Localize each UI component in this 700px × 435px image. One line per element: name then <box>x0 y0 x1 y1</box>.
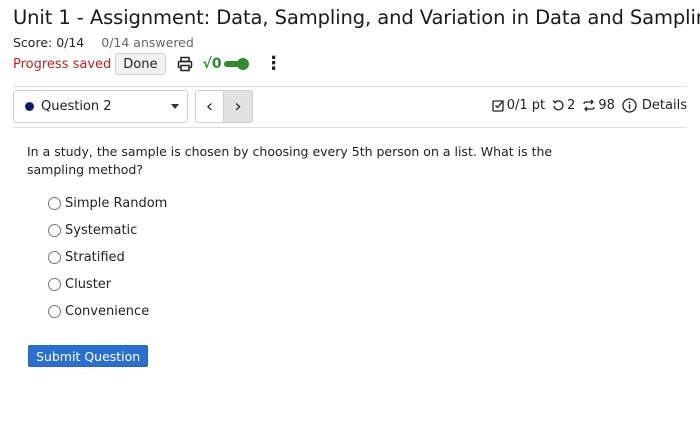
info-icon[interactable] <box>622 98 637 113</box>
option-label: Systematic <box>65 223 138 238</box>
toggle-knob <box>236 58 249 70</box>
radio-button[interactable] <box>48 197 61 210</box>
math-toggle[interactable]: √0 <box>203 56 249 72</box>
option-label: Convenience <box>65 304 150 319</box>
score-text: Score: 0/14 <box>13 35 85 50</box>
question-meta: 0/1 pt 2 98 Details <box>492 98 687 113</box>
toggle-switch[interactable] <box>223 58 249 70</box>
done-button[interactable]: Done <box>115 53 166 75</box>
chevron-left-icon: ‹ <box>205 95 214 117</box>
divider-top <box>13 86 687 87</box>
option-cluster[interactable]: Cluster <box>48 271 167 298</box>
details-link[interactable]: Details <box>642 98 687 113</box>
answered-count: 0/14 answered <box>101 35 194 50</box>
score-row: Score: 0/14 0/14 answered <box>13 35 194 50</box>
divider-bottom <box>13 127 687 128</box>
question-select[interactable]: Question 2 <box>13 90 188 123</box>
attempts-count: 98 <box>598 98 615 113</box>
option-label: Simple Random <box>65 196 168 211</box>
checkbox-edit-icon <box>492 99 505 112</box>
print-icon[interactable] <box>176 55 194 73</box>
retries-count: 2 <box>567 98 576 113</box>
progress-status: Progress saved <box>13 56 112 72</box>
option-convenience[interactable]: Convenience <box>48 298 167 325</box>
answer-options: Simple Random Systematic Stratified Clus… <box>48 190 167 325</box>
chevron-right-icon: › <box>234 95 242 117</box>
retry-icon <box>552 99 565 112</box>
radio-button[interactable] <box>48 224 61 237</box>
attempts-icon <box>582 99 596 112</box>
radio-button[interactable] <box>48 278 61 291</box>
kebab-menu-icon[interactable]: ⋮ <box>265 55 283 73</box>
question-text: In a study, the sample is chosen by choo… <box>27 144 553 177</box>
radio-button[interactable] <box>48 305 61 318</box>
submit-question-button[interactable]: Submit Question <box>28 345 149 367</box>
assignment-title: Unit 1 - Assignment: Data, Sampling, and… <box>13 6 700 29</box>
sqrt-icon: √0 <box>202 56 222 72</box>
question-nav-group: ‹ › <box>195 90 253 123</box>
option-systematic[interactable]: Systematic <box>48 217 167 244</box>
question-status-dot <box>25 102 34 111</box>
option-simple-random[interactable]: Simple Random <box>48 190 167 217</box>
points-text: 0/1 pt <box>506 98 546 113</box>
previous-question-button[interactable]: ‹ <box>195 90 224 123</box>
selected-question-label: Question 2 <box>41 99 112 114</box>
radio-button[interactable] <box>48 251 61 264</box>
option-label: Stratified <box>65 250 125 265</box>
next-question-button[interactable]: › <box>224 90 253 123</box>
option-label: Cluster <box>65 277 112 292</box>
option-stratified[interactable]: Stratified <box>48 244 167 271</box>
caret-down-icon <box>171 104 179 109</box>
progress-toolbar: Progress saved Done √0 ⋮ <box>13 53 283 75</box>
